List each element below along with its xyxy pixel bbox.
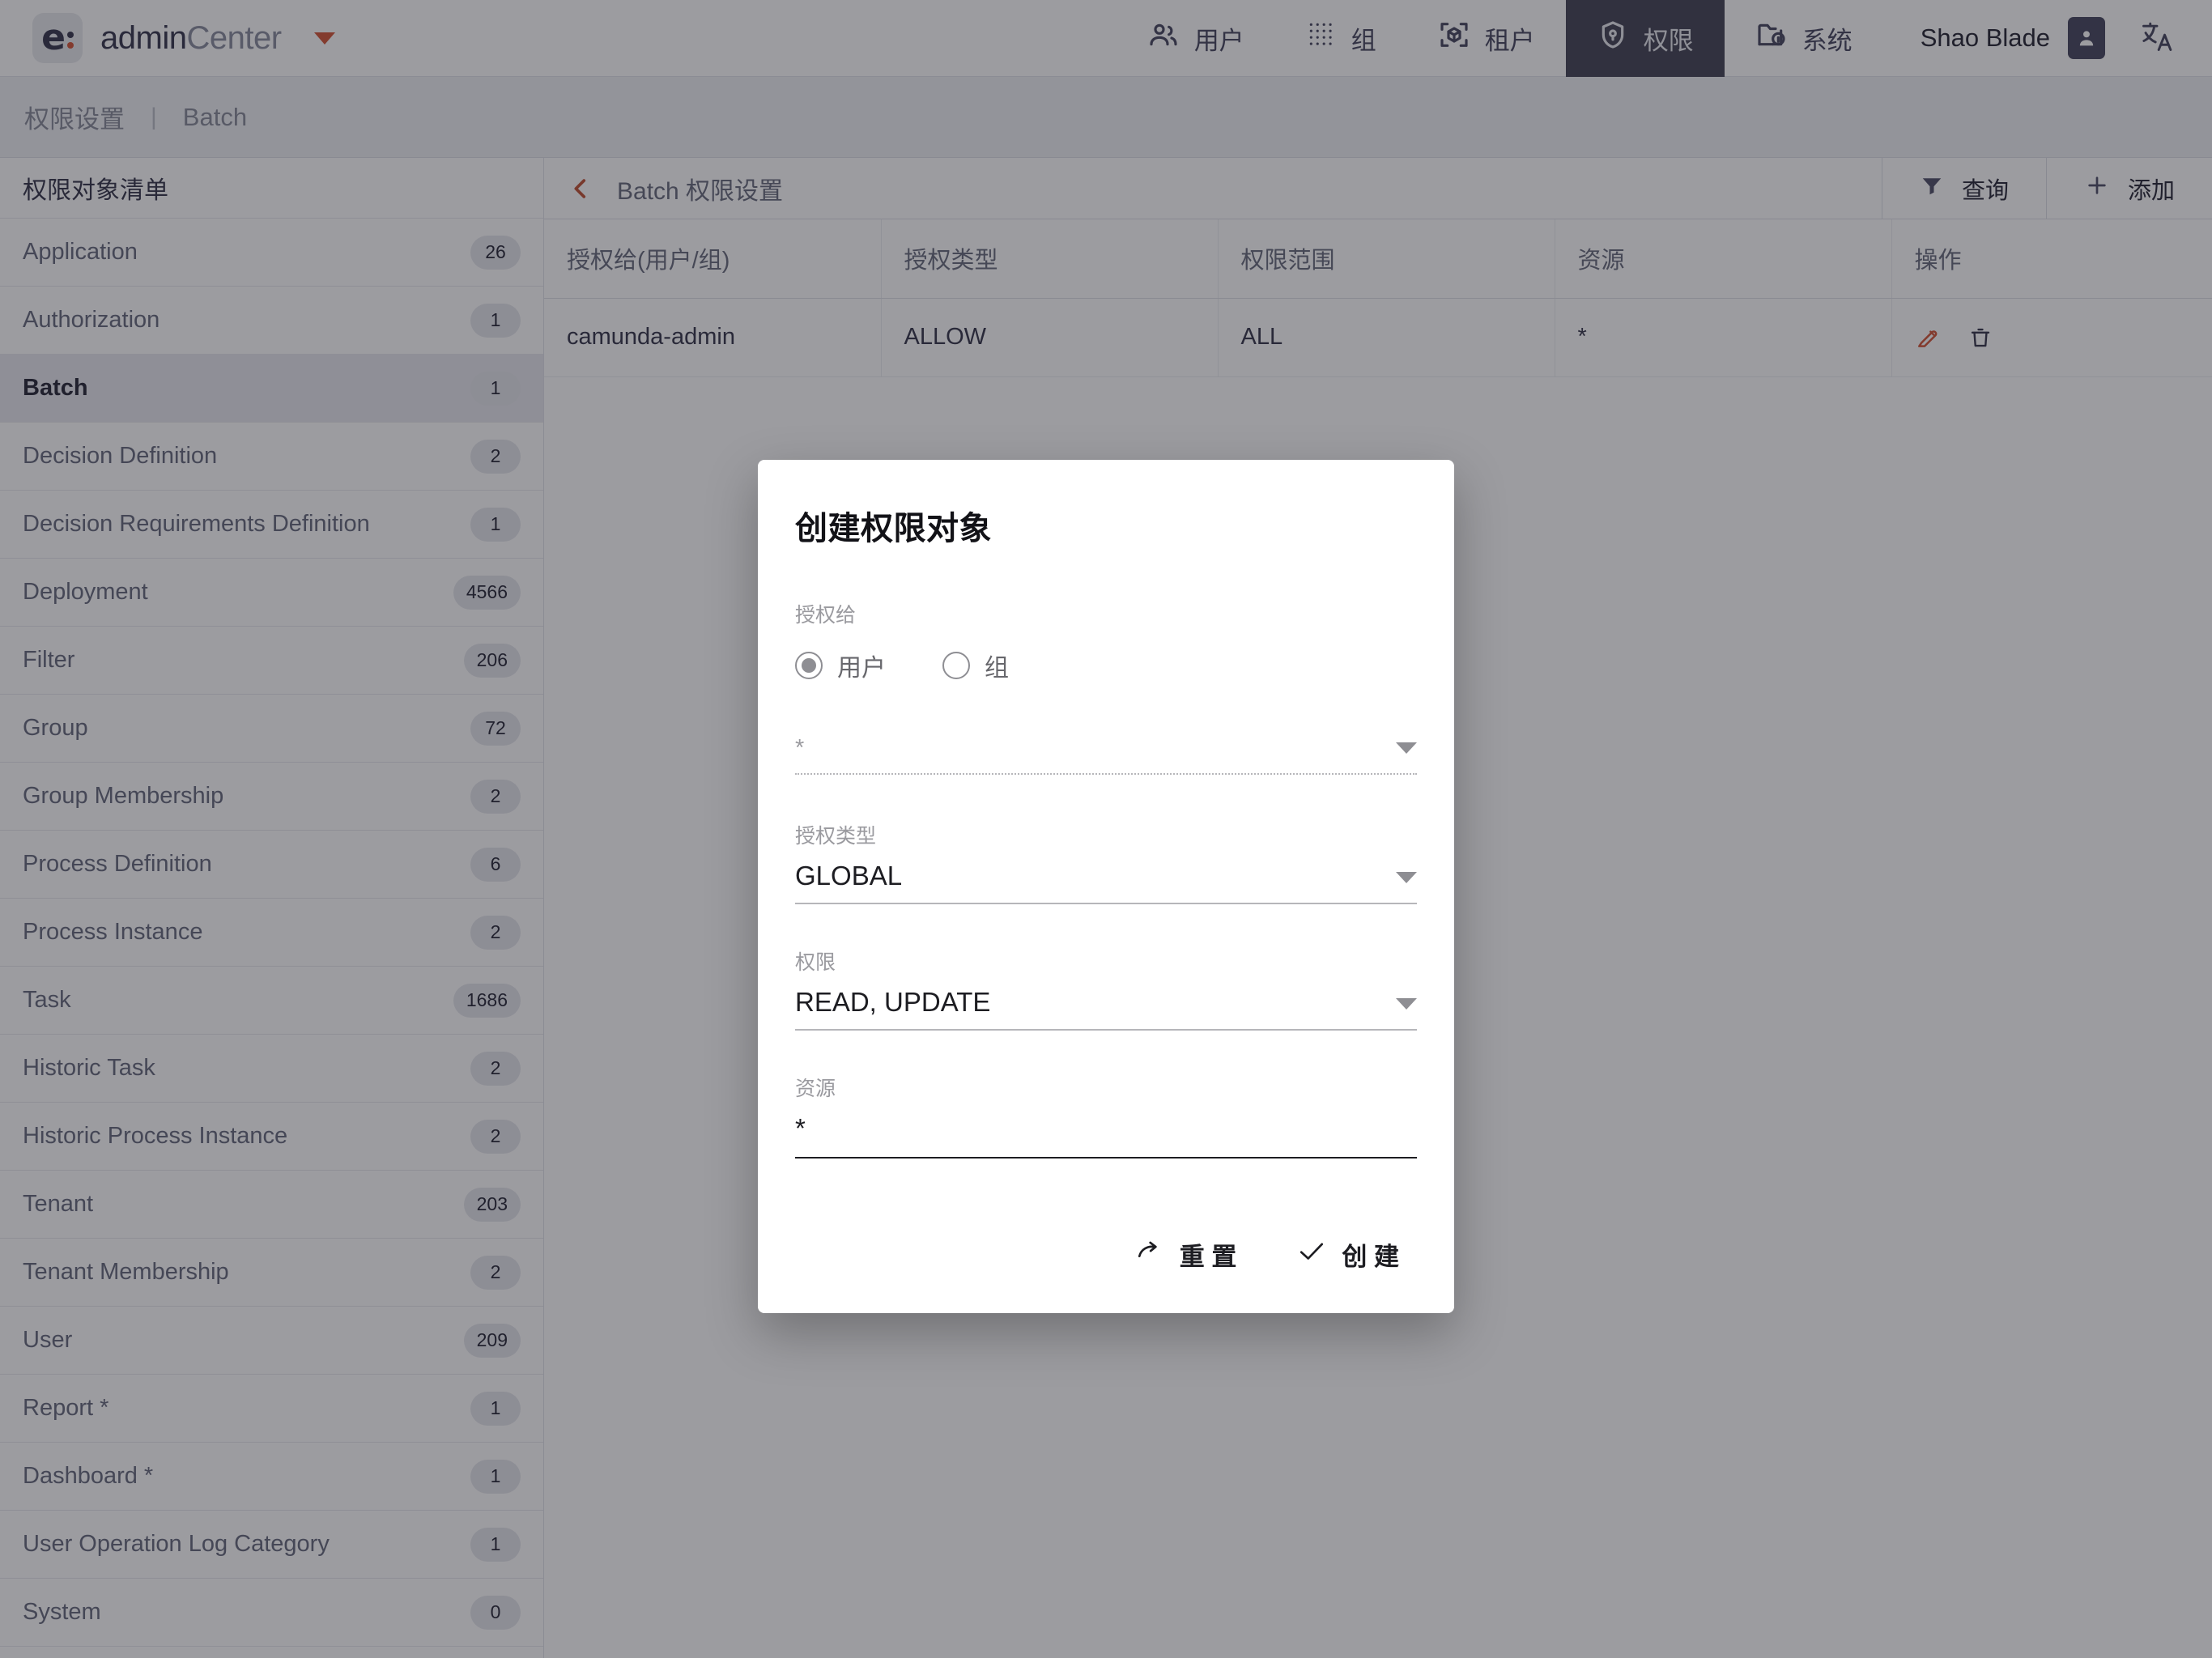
chevron-down-icon — [1396, 872, 1417, 883]
auth-type-group: 授权类型 GLOBAL — [795, 820, 1417, 904]
grant-to-radios: 用户 组 — [795, 648, 1417, 683]
redo-arrow-icon — [1136, 1239, 1163, 1270]
auth-type-label: 授权类型 — [795, 825, 877, 848]
auth-type-value: GLOBAL — [795, 861, 903, 891]
permissions-value: READ, UPDATE — [795, 987, 991, 1017]
permissions-label: 权限 — [795, 951, 836, 974]
chevron-down-icon — [1396, 742, 1417, 754]
create-button[interactable]: 创 建 — [1285, 1228, 1412, 1281]
radio-user-dot-icon — [795, 652, 823, 679]
grant-to-group: 授权给 用户 组 — [795, 599, 1417, 683]
resource-label: 资源 — [795, 1078, 836, 1100]
identity-select[interactable]: * — [795, 735, 1417, 775]
dialog-body: 创建权限对象 授权给 用户 组 * 授权类型 GLOBAL 权限 READ, U… — [758, 460, 1454, 1158]
radio-group-dot-icon — [942, 652, 970, 679]
resource-group: 资源 * — [795, 1073, 1417, 1158]
reset-button[interactable]: 重 置 — [1123, 1228, 1250, 1281]
resource-input[interactable]: * — [795, 1113, 1417, 1158]
grant-to-label: 授权给 — [795, 604, 857, 627]
radio-group[interactable]: 组 — [942, 648, 1009, 683]
identity-select-value: * — [795, 735, 805, 761]
dialog-footer: 重 置 创 建 — [758, 1191, 1454, 1313]
permissions-group: 权限 READ, UPDATE — [795, 946, 1417, 1031]
create-permission-dialog: 创建权限对象 授权给 用户 组 * 授权类型 GLOBAL 权限 READ, U… — [758, 460, 1454, 1313]
reset-button-label: 重 置 — [1179, 1243, 1237, 1271]
check-icon — [1298, 1239, 1325, 1270]
create-button-label: 创 建 — [1342, 1243, 1399, 1271]
permissions-select[interactable]: READ, UPDATE — [795, 987, 1417, 1031]
radio-group-label: 组 — [985, 655, 1009, 682]
auth-type-select[interactable]: GLOBAL — [795, 861, 1417, 904]
radio-user[interactable]: 用户 — [795, 648, 886, 683]
chevron-down-icon — [1396, 998, 1417, 1010]
radio-user-label: 用户 — [837, 655, 886, 682]
identity-select-group: * — [795, 735, 1417, 775]
dialog-title: 创建权限对象 — [795, 511, 992, 546]
